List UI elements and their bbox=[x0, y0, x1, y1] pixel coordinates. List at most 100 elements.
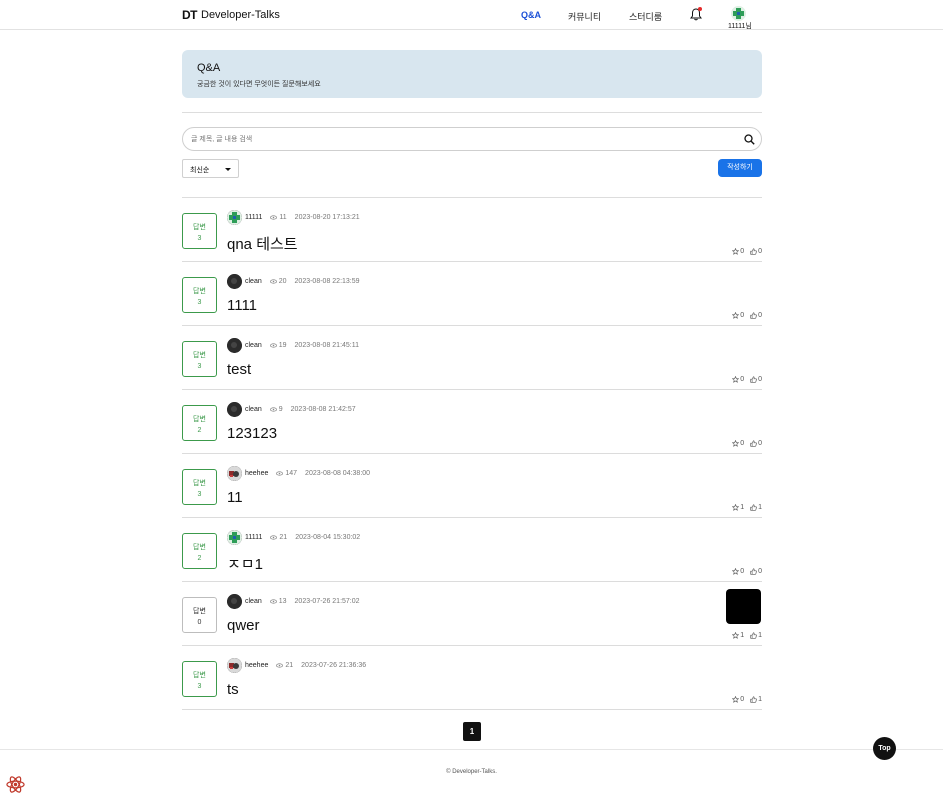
author-name[interactable]: clean bbox=[245, 342, 262, 349]
react-devtools-icon[interactable] bbox=[6, 775, 25, 794]
answer-count-box: 답변 3 bbox=[182, 469, 217, 505]
post-row[interactable]: 답변 3 11111 11 2023-08-20 17:13:21 qna 테스… bbox=[182, 198, 762, 262]
star-icon bbox=[732, 568, 740, 575]
nav-qna[interactable]: Q&A bbox=[521, 10, 541, 20]
eye-icon bbox=[269, 343, 277, 348]
view-count: 13 bbox=[269, 598, 287, 605]
site-logo[interactable]: DT Developer-Talks bbox=[182, 8, 280, 22]
post-date: 2023-08-08 21:42:57 bbox=[290, 406, 356, 413]
post-title[interactable]: qna 테스트 bbox=[227, 233, 298, 254]
write-button[interactable]: 작성하기 bbox=[718, 159, 762, 177]
view-count-value: 9 bbox=[278, 406, 283, 413]
star-icon bbox=[732, 632, 740, 639]
like-stat: 1 bbox=[750, 504, 762, 511]
page-button-current[interactable]: 1 bbox=[463, 722, 481, 741]
post-meta: 11111 11 2023-08-20 17:13:21 bbox=[245, 214, 360, 221]
author-name[interactable]: 11111 bbox=[245, 214, 262, 221]
post-date: 2023-08-08 21:45:11 bbox=[294, 342, 360, 349]
star-stat: 0 bbox=[732, 440, 744, 447]
author-avatar[interactable] bbox=[227, 274, 242, 289]
view-count-value: 147 bbox=[285, 470, 298, 477]
post-meta: clean 20 2023-08-08 22:13:59 bbox=[245, 278, 360, 285]
like-stat: 1 bbox=[750, 632, 762, 639]
thumbs-up-icon bbox=[750, 696, 757, 703]
star-count: 1 bbox=[740, 504, 745, 511]
author-avatar[interactable] bbox=[227, 210, 242, 225]
post-title[interactable]: 123123 bbox=[227, 425, 277, 442]
answer-count: 3 bbox=[197, 363, 202, 370]
post-title[interactable]: ㅈㅁ1 bbox=[227, 553, 263, 574]
author-name[interactable]: heehee bbox=[245, 470, 268, 477]
like-stat: 1 bbox=[750, 696, 762, 703]
post-title[interactable]: 11 bbox=[227, 489, 243, 506]
thumbs-up-icon bbox=[750, 312, 757, 319]
star-count: 0 bbox=[740, 696, 745, 703]
user-avatar[interactable] bbox=[731, 6, 746, 21]
user-name[interactable]: 11111님 bbox=[728, 21, 752, 31]
footer-copyright: © Developer-Talks. bbox=[446, 769, 497, 775]
top-header: DT Developer-Talks Q&A 커뮤니티 스터디룸 11111님 bbox=[0, 0, 943, 30]
search-bar[interactable] bbox=[182, 127, 762, 151]
sort-select[interactable]: 최신순 bbox=[182, 159, 239, 178]
eye-icon bbox=[269, 599, 277, 604]
nav-community[interactable]: 커뮤니티 bbox=[568, 10, 601, 23]
author-avatar[interactable] bbox=[227, 338, 242, 353]
post-title[interactable]: 1111 bbox=[227, 297, 257, 314]
view-count-value: 13 bbox=[278, 598, 287, 605]
post-title[interactable]: ts bbox=[227, 681, 239, 698]
like-count: 1 bbox=[758, 504, 762, 511]
answer-label: 답변 bbox=[193, 608, 206, 615]
search-icon[interactable] bbox=[744, 134, 755, 145]
post-row[interactable]: 답변 0 clean 13 2023-07-26 21:57:02 qwer 1 bbox=[182, 582, 762, 646]
star-stat: 0 bbox=[732, 248, 744, 255]
star-icon bbox=[732, 376, 740, 383]
answer-count: 2 bbox=[197, 555, 202, 562]
answer-label: 답변 bbox=[193, 672, 206, 679]
star-icon bbox=[732, 696, 740, 703]
post-stats: 0 0 bbox=[732, 312, 762, 319]
thumbs-up-icon bbox=[750, 440, 757, 447]
author-name[interactable]: clean bbox=[245, 278, 262, 285]
eye-icon bbox=[276, 471, 284, 476]
answer-label: 답변 bbox=[193, 480, 206, 487]
author-name[interactable]: clean bbox=[245, 598, 262, 605]
post-row[interactable]: 답변 2 clean 9 2023-08-08 21:42:57 123123 … bbox=[182, 390, 762, 454]
author-name[interactable]: 11111 bbox=[245, 534, 262, 541]
scroll-top-button[interactable]: Top bbox=[873, 737, 896, 760]
like-count: 1 bbox=[758, 696, 762, 703]
post-row[interactable]: 답변 3 heehee 147 2023-08-08 04:38:00 11 1 bbox=[182, 454, 762, 518]
star-stat: 0 bbox=[732, 568, 744, 575]
post-title[interactable]: test bbox=[227, 361, 251, 378]
post-stats: 0 0 bbox=[732, 440, 762, 447]
author-avatar[interactable] bbox=[227, 530, 242, 545]
logo-name: Developer-Talks bbox=[201, 9, 280, 21]
answer-count: 3 bbox=[197, 683, 202, 690]
author-avatar[interactable] bbox=[227, 466, 242, 481]
author-avatar[interactable] bbox=[227, 402, 242, 417]
author-name[interactable]: heehee bbox=[245, 662, 268, 669]
post-date: 2023-08-04 15:30:02 bbox=[295, 534, 361, 541]
nav-studyroom[interactable]: 스터디룸 bbox=[629, 10, 662, 23]
author-avatar[interactable] bbox=[227, 594, 242, 609]
answer-count-box: 답변 3 bbox=[182, 341, 217, 377]
post-row[interactable]: 답변 2 11111 21 2023-08-04 15:30:02 ㅈㅁ1 0 bbox=[182, 518, 762, 582]
author-avatar[interactable] bbox=[227, 658, 242, 673]
view-count: 20 bbox=[269, 278, 287, 285]
thumbs-up-icon bbox=[750, 248, 757, 255]
view-count-value: 21 bbox=[279, 534, 288, 541]
post-row[interactable]: 답변 3 clean 19 2023-08-08 21:45:11 test 0 bbox=[182, 326, 762, 390]
like-stat: 0 bbox=[750, 376, 762, 383]
post-stats: 0 0 bbox=[732, 376, 762, 383]
star-count: 0 bbox=[740, 248, 745, 255]
post-row[interactable]: 답변 3 clean 20 2023-08-08 22:13:59 1111 0 bbox=[182, 262, 762, 326]
post-row[interactable]: 답변 3 heehee 21 2023-07-26 21:36:36 ts 0 bbox=[182, 646, 762, 710]
search-input[interactable] bbox=[191, 132, 731, 146]
author-name[interactable]: clean bbox=[245, 406, 262, 413]
answer-count: 3 bbox=[197, 491, 202, 498]
post-date: 2023-08-08 22:13:59 bbox=[294, 278, 360, 285]
post-title[interactable]: qwer bbox=[227, 617, 260, 634]
banner-title: Q&A bbox=[197, 62, 221, 74]
star-count: 0 bbox=[740, 440, 745, 447]
view-count: 147 bbox=[276, 470, 297, 477]
like-count: 0 bbox=[758, 248, 762, 255]
